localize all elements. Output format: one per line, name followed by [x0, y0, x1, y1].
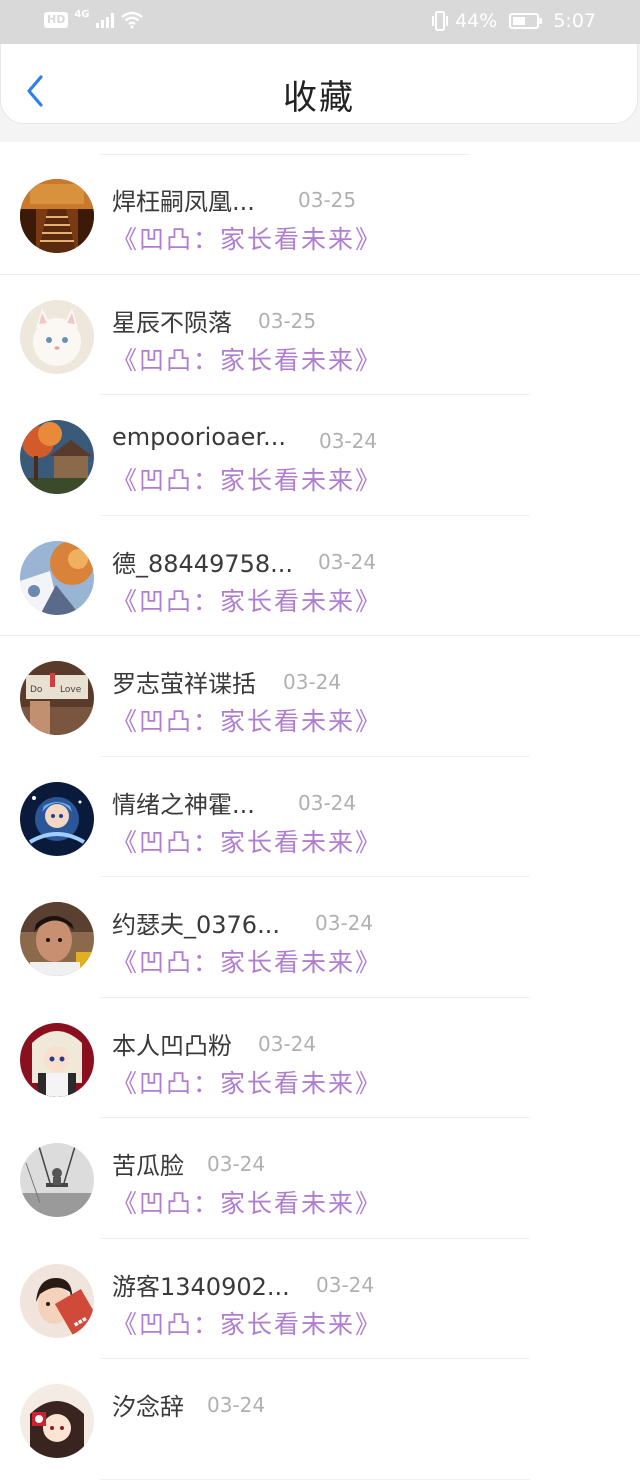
- favorite-item[interactable]: 汐念辞 03-24: [0, 1359, 640, 1480]
- favorite-date: 03-24: [318, 549, 377, 574]
- user-name[interactable]: empoorioaer...: [112, 423, 286, 451]
- status-bar: HD 4G 44% 5:07: [0, 0, 640, 44]
- avatar[interactable]: [20, 902, 94, 976]
- favorite-item[interactable]: empoorioaer... 03-24 《凹凸：家长看未来》: [0, 395, 640, 516]
- favorite-date: 03-24: [319, 429, 378, 453]
- book-title-link[interactable]: 《凹凸：家长看未来》: [112, 943, 382, 979]
- avatar[interactable]: [20, 1022, 94, 1097]
- avatar-image: [20, 781, 94, 856]
- book-title-link[interactable]: 《凹凸：家长看未来》: [112, 1064, 382, 1100]
- book-title-link[interactable]: 《凹凸：家长看未来》: [112, 341, 382, 377]
- avatar-image: [20, 1143, 94, 1217]
- favorite-date: 03-24: [315, 911, 374, 935]
- favorite-date: 03-25: [258, 308, 317, 333]
- book-title-link[interactable]: 《凹凸：家长看未来》: [112, 461, 382, 497]
- hd-badge: HD: [44, 12, 69, 28]
- battery-percent: 44%: [455, 10, 498, 32]
- book-title-link[interactable]: 《凹凸：家长看未来》: [112, 823, 382, 859]
- avatar[interactable]: [20, 1384, 94, 1458]
- favorites-list: 焊枉嗣凤凰... 03-25 《凹凸：家长看未来》 星辰不陨落 03-25 《凹…: [0, 154, 640, 1480]
- user-name[interactable]: 德_88449758...: [112, 544, 293, 579]
- avatar-image: Do Love: [20, 661, 94, 735]
- favorite-date: 03-24: [298, 790, 357, 815]
- user-name[interactable]: 焊枉嗣凤凰...: [112, 182, 255, 217]
- avatar-image: [20, 540, 94, 615]
- avatar-image: [20, 1384, 94, 1458]
- avatar[interactable]: [20, 179, 94, 253]
- book-title-link[interactable]: 《凹凸：家长看未来》: [112, 702, 382, 738]
- favorite-date: 03-24: [316, 1272, 375, 1297]
- book-title-link[interactable]: 《凹凸：家长看未来》: [112, 1184, 382, 1220]
- user-name[interactable]: 星辰不陨落: [112, 303, 232, 338]
- avatar-image: [20, 420, 94, 494]
- avatar[interactable]: [20, 781, 94, 856]
- favorite-item[interactable]: 焊枉嗣凤凰... 03-25 《凹凸：家长看未来》: [0, 154, 640, 275]
- svg-text:Love: Love: [60, 685, 82, 695]
- user-name[interactable]: 罗志萤祥谍括: [112, 664, 256, 699]
- favorite-item[interactable]: 约瑟夫_0376... 03-24 《凹凸：家长看未来》: [0, 877, 640, 998]
- avatar-image: [20, 1022, 94, 1097]
- user-name[interactable]: 约瑟夫_0376...: [112, 905, 280, 940]
- book-title-link[interactable]: 《凹凸：家长看未来》: [112, 582, 382, 618]
- user-name[interactable]: 情绪之神霍...: [112, 785, 255, 820]
- avatar-image: [20, 179, 94, 253]
- header-bar: 收藏: [0, 44, 640, 142]
- avatar[interactable]: [20, 540, 94, 615]
- avatar[interactable]: [20, 1143, 94, 1217]
- book-title-link[interactable]: 《凹凸：家长看未来》: [112, 1305, 382, 1341]
- title-card: 收藏: [0, 44, 638, 124]
- favorite-item[interactable]: Do Love 罗志萤祥谍括 03-24 《凹凸：家长看未来》: [0, 636, 640, 757]
- favorite-item[interactable]: 德_88449758... 03-24 《凹凸：家长看未来》: [0, 516, 640, 636]
- user-name[interactable]: 本人凹凸粉: [112, 1026, 232, 1061]
- battery-icon: [509, 13, 543, 29]
- status-right: 44% 5:07: [431, 10, 596, 32]
- vibrate-icon: [432, 11, 449, 31]
- user-name[interactable]: 汐念辞: [112, 1387, 184, 1422]
- avatar[interactable]: Do Love: [20, 661, 94, 735]
- user-name[interactable]: 游客1340902...: [112, 1267, 290, 1302]
- avatar-image: [20, 299, 94, 374]
- favorite-date: 03-24: [207, 1393, 266, 1417]
- row-divider: [100, 1478, 530, 1480]
- page-title: 收藏: [283, 78, 355, 118]
- status-left: HD 4G: [44, 8, 144, 29]
- favorite-item[interactable]: 情绪之神霍... 03-24 《凹凸：家长看未来》: [0, 757, 640, 877]
- favorite-item[interactable]: 星辰不陨落 03-25 《凹凸：家长看未来》: [0, 275, 640, 395]
- svg-text:Do: Do: [30, 685, 43, 695]
- favorite-item[interactable]: 本人凹凸粉 03-24 《凹凸：家长看未来》: [0, 998, 640, 1118]
- favorite-item[interactable]: ▪▪▪ 游客1340902... 03-24 《凹凸：家长看未来》: [0, 1239, 640, 1359]
- favorite-date: 03-24: [258, 1031, 317, 1056]
- avatar[interactable]: [20, 420, 94, 494]
- clock: 5:07: [553, 10, 596, 32]
- network-type: 4G: [74, 8, 90, 20]
- avatar-image: [20, 902, 94, 976]
- avatar[interactable]: ▪▪▪: [20, 1263, 94, 1338]
- favorite-item[interactable]: 苦瓜脸 03-24 《凹凸：家长看未来》: [0, 1118, 640, 1239]
- favorite-date: 03-24: [207, 1152, 266, 1176]
- wifi-icon: [120, 11, 143, 29]
- signal-icon: [95, 12, 114, 28]
- favorite-date: 03-25: [298, 188, 357, 212]
- user-name[interactable]: 苦瓜脸: [112, 1146, 184, 1181]
- favorite-date: 03-24: [283, 670, 342, 694]
- avatar-image: ▪▪▪: [20, 1263, 94, 1338]
- avatar[interactable]: [20, 299, 94, 374]
- book-title-link[interactable]: 《凹凸：家长看未来》: [112, 220, 382, 256]
